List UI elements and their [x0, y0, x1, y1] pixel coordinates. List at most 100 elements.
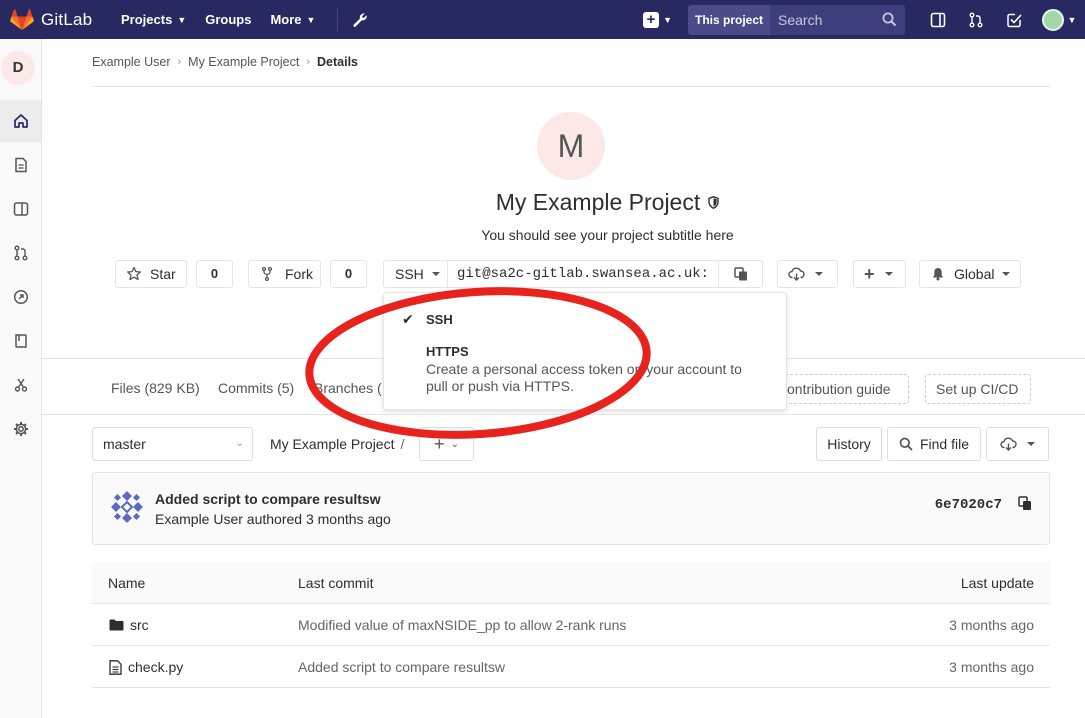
clone-protocol-menu: ✔ SSH HTTPS Create a personal access tok…: [383, 292, 787, 410]
projects-menu-label: Projects: [121, 12, 173, 27]
menu-item-ssh[interactable]: ✔ SSH: [402, 311, 453, 328]
search-input[interactable]: Search: [770, 4, 905, 35]
fork-count[interactable]: 0: [330, 260, 367, 288]
todos-link[interactable]: [995, 0, 1033, 39]
file-name: src: [130, 617, 149, 633]
commit-sha[interactable]: 6e7020c7: [935, 497, 1002, 513]
last-commit-panel: Added script to compare resultsw Example…: [92, 472, 1050, 545]
caret-down-icon: [1002, 272, 1011, 276]
path-separator: /: [400, 436, 405, 452]
file-last-commit-link[interactable]: Added script to compare resultsw: [298, 659, 505, 675]
projects-menu[interactable]: Projects ▼: [121, 0, 186, 39]
history-button[interactable]: History: [816, 427, 882, 461]
chevron-down-icon: ▼: [177, 14, 187, 25]
star-count[interactable]: 0: [196, 260, 233, 288]
gitlab-logo-icon: [10, 8, 34, 30]
chevron-right-icon: ›: [177, 56, 182, 68]
contribution-guide-button[interactable]: ontribution guide: [772, 374, 909, 404]
sidebar-toggle-link[interactable]: [919, 0, 957, 39]
doc-icon: [14, 157, 27, 173]
clone-url-input[interactable]: git@sa2c-gitlab.swansea.ac.uk:: [447, 260, 719, 288]
tree-path-project[interactable]: My Example Project: [270, 436, 394, 452]
home-icon: [13, 114, 28, 128]
star-button[interactable]: Star: [115, 260, 187, 288]
bell-icon: [932, 268, 944, 281]
chevron-down-icon: ▼: [663, 14, 672, 25]
column-header-name: Name: [108, 575, 146, 591]
merge-request-icon: [14, 245, 27, 261]
sidebar-item-ci-cd[interactable]: [0, 276, 41, 318]
setup-ci-button[interactable]: Set up CI/CD: [925, 374, 1031, 404]
panel-icon: [930, 12, 946, 27]
notification-dropdown[interactable]: Global: [919, 260, 1021, 288]
chevron-down-icon: ▼: [306, 14, 316, 25]
caret-down-icon: [431, 272, 440, 276]
nav-divider: [337, 8, 339, 31]
groups-menu[interactable]: Groups: [205, 0, 251, 39]
brand-name: GitLab: [41, 9, 93, 29]
chevron-down-icon: ⌄: [235, 438, 244, 449]
sidebar-item-overview[interactable]: [0, 100, 41, 142]
project-subtitle: You should see your project subtitle her…: [481, 227, 734, 243]
file-last-update: 3 months ago: [949, 659, 1034, 675]
todo-check-icon: [1007, 13, 1022, 27]
chevron-down-icon: ⌄: [450, 438, 459, 450]
merge-requests-link[interactable]: [957, 0, 995, 39]
branch-selector[interactable]: master ⌄: [92, 427, 253, 461]
gear-icon: [13, 422, 28, 436]
admin-area-link[interactable]: [352, 12, 368, 28]
files-stat-link[interactable]: Files (829 KB): [111, 380, 200, 396]
project-title-row: My Example Project: [0, 189, 1085, 216]
download-dropdown[interactable]: [777, 260, 838, 288]
commit-title-link[interactable]: Added script to compare resultsw: [155, 491, 381, 507]
file-last-commit-link[interactable]: Modified value of maxNSIDE_pp to allow 2…: [298, 617, 626, 633]
commits-stat-link[interactable]: Commits (5): [218, 380, 294, 396]
user-menu[interactable]: ▼: [1033, 0, 1085, 39]
find-file-button[interactable]: Find file: [887, 427, 981, 461]
table-row[interactable]: check.py Added script to compare results…: [92, 646, 1050, 688]
sidebar-item-repository[interactable]: [0, 144, 41, 186]
find-file-label: Find file: [919, 436, 970, 452]
download-archive-dropdown[interactable]: [986, 427, 1049, 461]
merge-request-icon: [969, 12, 983, 27]
caret-down-icon: [884, 272, 893, 276]
search-scope-badge[interactable]: This project: [687, 4, 770, 35]
new-item-dropdown[interactable]: + ▼: [643, 11, 672, 28]
breadcrumb-current[interactable]: Details: [317, 55, 358, 69]
cloud-download-icon: [1000, 437, 1017, 451]
add-new-dropdown[interactable]: +: [853, 260, 906, 288]
branches-stat-link[interactable]: Branches (: [314, 380, 382, 396]
file-table-header: Name Last commit Last update: [92, 562, 1050, 604]
table-row[interactable]: src Modified value of maxNSIDE_pp to all…: [92, 604, 1050, 646]
breadcrumb-project[interactable]: My Example Project: [188, 55, 299, 69]
copy-icon[interactable]: [1018, 496, 1032, 511]
breadcrumb-user[interactable]: Example User: [92, 55, 171, 69]
cloud-download-icon: [788, 267, 805, 281]
more-menu-label: More: [270, 12, 302, 27]
wrench-icon: [353, 12, 368, 27]
gitlab-home-link[interactable]: GitLab: [10, 8, 110, 31]
chevron-right-icon: ›: [306, 56, 310, 68]
more-menu[interactable]: More ▼: [270, 0, 315, 39]
project-avatar: M: [537, 112, 605, 180]
sidebar-item-snippets[interactable]: [0, 364, 41, 406]
menu-item-ssh-label: SSH: [426, 312, 453, 327]
star-label: Star: [150, 266, 176, 282]
file-name-link[interactable]: check.py: [109, 659, 183, 675]
copy-url-button[interactable]: [718, 260, 763, 288]
search-icon: [899, 437, 913, 451]
menu-item-https[interactable]: HTTPS Create a personal access token on …: [426, 344, 756, 395]
book-icon: [14, 334, 27, 348]
file-name-link[interactable]: src: [109, 617, 149, 633]
project-sidebar-avatar[interactable]: D: [1, 51, 35, 85]
add-to-tree-dropdown[interactable]: + ⌄: [419, 427, 474, 461]
fork-button[interactable]: Fork: [248, 260, 321, 288]
clone-protocol-dropdown[interactable]: SSH: [383, 260, 448, 288]
folder-icon: [109, 619, 124, 631]
file-icon: [109, 659, 122, 675]
breadcrumb-divider: [92, 86, 1050, 87]
sidebar-item-wiki[interactable]: [0, 320, 41, 362]
file-name: check.py: [128, 659, 184, 675]
sidebar-item-settings[interactable]: [0, 408, 41, 450]
column-header-last-commit: Last commit: [298, 575, 374, 591]
